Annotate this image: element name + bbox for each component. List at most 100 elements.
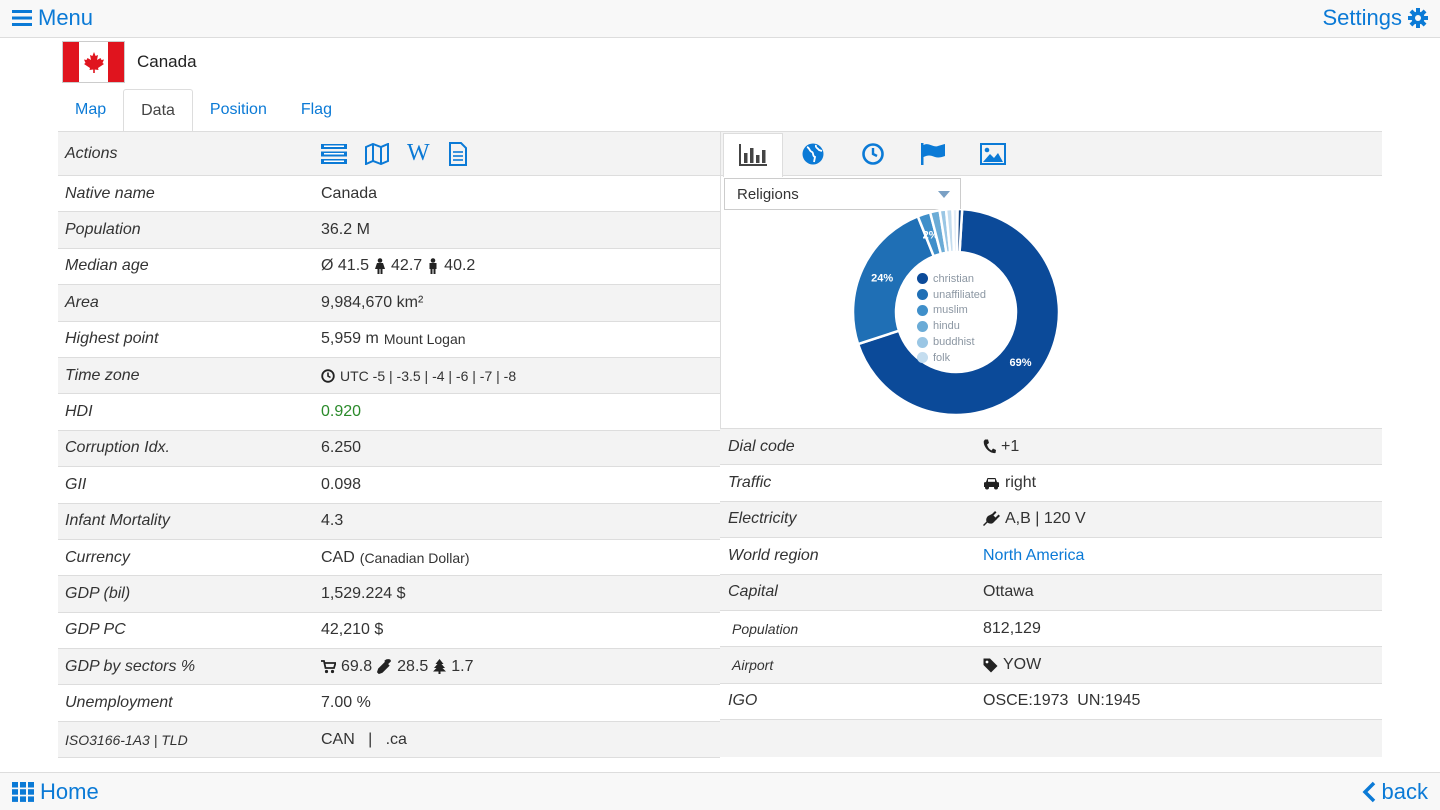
top-bar: Menu Settings (0, 0, 1440, 38)
settings-button[interactable]: Settings (1322, 5, 1428, 31)
chevron-left-icon (1362, 781, 1376, 803)
chart-legend: christian unaffiliated muslim hindu buddhist… (917, 271, 986, 366)
table-row: Traffic right (720, 465, 1382, 502)
menu-button[interactable]: Menu (12, 5, 93, 31)
grid-icon (12, 782, 34, 802)
table-row: Highest point 5,959 m Mount Logan (58, 322, 720, 358)
bottom-bar: Home back (0, 772, 1440, 810)
world-region-link[interactable]: North America (983, 547, 1382, 565)
female-icon (374, 258, 386, 275)
home-button[interactable]: Home (12, 779, 99, 805)
legend-dot-icon (917, 352, 928, 364)
table-row: HDI 0.920 (58, 394, 720, 431)
table-row: Area 9,984,670 km² (58, 285, 720, 322)
home-label: Home (40, 779, 99, 804)
document-icon[interactable] (448, 141, 468, 166)
actions-label: Actions (65, 144, 118, 162)
table-row: ISO3166-1A3 | TLD CAN | .ca (58, 721, 720, 759)
globe-icon[interactable] (783, 132, 843, 175)
table-row: Corruption Idx. 6.250 (58, 430, 720, 468)
table-row: Population 36.2 M (58, 212, 720, 249)
legend-item-folk[interactable]: folk (917, 350, 986, 366)
table-row: Native name Canada (58, 176, 720, 213)
data-label-christian: 69% (1010, 357, 1032, 369)
country-header: Canada (62, 41, 197, 83)
legend-dot-icon (917, 304, 928, 316)
tab-data[interactable]: Data (123, 89, 193, 133)
chart-type-select-value: Religions (737, 185, 799, 203)
table-row: Dial code +1 (720, 429, 1382, 466)
legend-item-hindu[interactable]: hindu (917, 318, 986, 334)
table-row: Median age Ø 41.5 42.7 40.2 (58, 249, 720, 286)
table-row: GII 0.098 (58, 467, 720, 504)
hdi-value: 0.920 (321, 403, 362, 421)
tab-map[interactable]: Map (58, 88, 123, 132)
table-row: Population 812,129 (720, 611, 1382, 648)
wikipedia-icon[interactable]: W (407, 140, 430, 167)
chevron-down-icon (938, 191, 950, 198)
table-row: Unemployment 7.00 % (58, 685, 720, 722)
clock-icon (321, 368, 335, 383)
hamburger-icon (12, 9, 32, 27)
table-row: Airport YOW (720, 647, 1382, 684)
median-age-female: 42.7 (391, 257, 423, 275)
legend-item-christian[interactable]: christian (917, 271, 986, 287)
view-tabs: Map Data Position Flag (58, 88, 349, 133)
tag-icon (983, 658, 998, 673)
table-row: GDP by sectors % 69.8 28.5 1.7 (58, 649, 720, 686)
tab-flag[interactable]: Flag (284, 88, 349, 132)
back-button[interactable]: back (1362, 779, 1428, 805)
legend-label: christian (933, 272, 974, 285)
chart-panel: Religions 69% 24% 2% christian unaffiliated… (720, 131, 1382, 429)
phone-icon (983, 439, 996, 454)
table-row: GDP PC 42,210 $ (58, 613, 720, 650)
country-data-table: Actions W Native name Canada Population … (58, 131, 720, 759)
list-icon[interactable] (321, 143, 347, 165)
map-icon[interactable] (365, 142, 389, 165)
country-info-table: Dial code +1 Traffic right Electricity A… (720, 429, 1382, 757)
history-clock-icon[interactable] (843, 132, 903, 175)
table-row: Currency CAD (Canadian Dollar) (58, 540, 720, 577)
canada-flag-icon (62, 41, 125, 83)
gear-icon (1408, 8, 1428, 28)
tree-icon (433, 659, 447, 675)
tab-position[interactable]: Position (193, 88, 284, 132)
legend-dot-icon (917, 273, 928, 285)
legend-label: folk (933, 351, 951, 364)
table-row: GDP (bil) 1,529.224 $ (58, 576, 720, 613)
median-age-avg: Ø 41.5 (321, 257, 370, 275)
data-label-unaffiliated: 24% (871, 273, 893, 285)
chart-type-select[interactable]: Religions (724, 178, 961, 210)
image-icon[interactable] (963, 132, 1023, 175)
cart-icon (321, 659, 336, 674)
table-row: World region North America (720, 538, 1382, 575)
wrench-icon (377, 659, 392, 675)
legend-dot-icon (917, 320, 928, 332)
legend-dot-icon (917, 289, 928, 301)
table-row: Infant Mortality 4.3 (58, 503, 720, 540)
menu-label: Menu (38, 5, 94, 30)
bar-chart-icon[interactable] (723, 132, 783, 177)
legend-item-muslim[interactable]: muslim (917, 303, 986, 319)
country-name: Canada (137, 52, 197, 71)
back-label: back (1381, 779, 1428, 804)
median-age-male: 40.2 (444, 257, 476, 275)
legend-label: unaffiliated (933, 288, 987, 301)
table-row: Capital Ottawa (720, 574, 1382, 611)
table-row: Actions W (58, 132, 720, 176)
legend-label: buddhist (933, 336, 975, 349)
settings-label: Settings (1322, 5, 1403, 30)
legend-label: hindu (933, 320, 960, 333)
legend-label: muslim (933, 304, 968, 317)
legend-item-buddhist[interactable]: buddhist (917, 334, 986, 350)
car-icon (983, 477, 1000, 490)
plug-icon (983, 511, 1000, 527)
legend-item-unaffiliated[interactable]: unaffiliated (917, 287, 986, 303)
table-row: Time zone UTC -5 | -3.5 | -4 | -6 | -7 |… (58, 357, 720, 395)
table-row: Electricity A,B | 120 V (720, 501, 1382, 539)
male-icon (427, 258, 439, 275)
chart-icon-tabs (721, 131, 1382, 177)
table-row: IGO OSCE:1973 UN:1945 (720, 684, 1382, 721)
legend-dot-icon (917, 336, 928, 348)
flag-icon[interactable] (903, 132, 963, 175)
